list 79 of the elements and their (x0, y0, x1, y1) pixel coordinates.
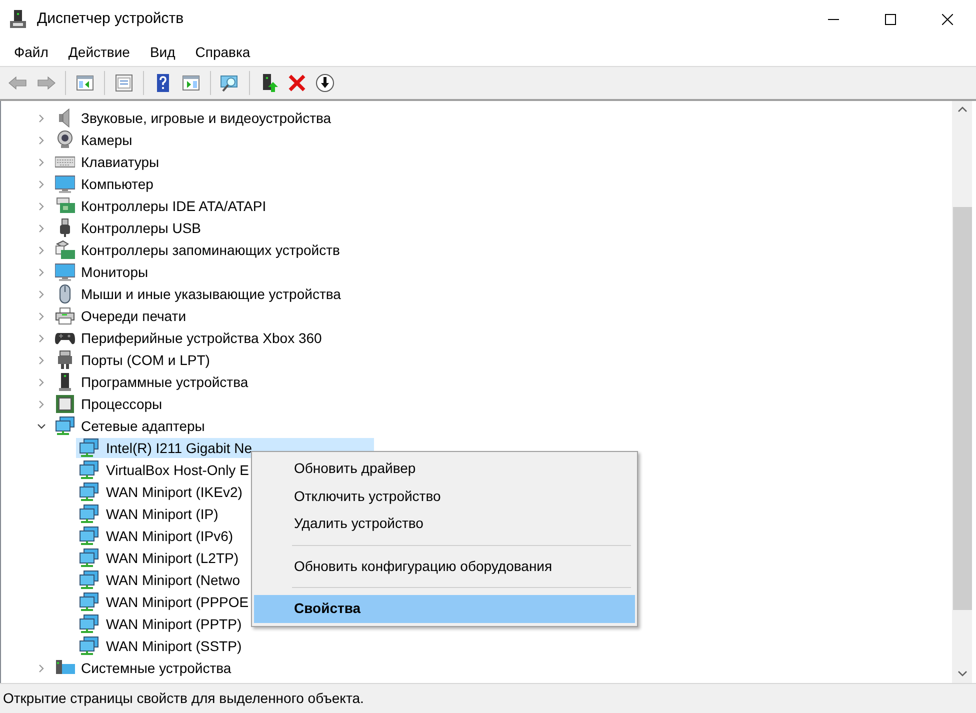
menu-option[interactable]: Свойства (254, 595, 635, 622)
tree-item[interactable]: WAN Miniport (IKEv2) (76, 482, 246, 502)
network-monitors-icon (79, 438, 99, 458)
tree-item[interactable]: Периферийные устройства Xbox 360 (81, 328, 322, 348)
network-monitors-icon (79, 592, 99, 612)
expand-chevron-icon[interactable] (37, 664, 46, 672)
tree-item[interactable]: Звуковые, игровые и видеоустройства (81, 108, 332, 128)
tree-item[interactable]: Порты (COM и LPT) (81, 350, 210, 370)
expand-chevron-icon[interactable] (37, 400, 46, 408)
tree-item[interactable]: VirtualBox Host-Only E (76, 460, 253, 480)
tree-item[interactable]: WAN Miniport (Netwo (76, 570, 244, 590)
expand-chevron-icon[interactable] (37, 378, 46, 386)
expand-chevron-icon[interactable] (37, 136, 46, 144)
tree-item[interactable]: Очереди печати (81, 306, 186, 326)
network-monitors-icon (79, 570, 99, 590)
close-icon (942, 14, 953, 24)
menu-option[interactable]: Обновить драйвер (254, 455, 635, 482)
expand-chevron-icon[interactable] (37, 158, 46, 166)
app-icon (10, 10, 26, 28)
monitor-icon (55, 262, 75, 282)
controller-card-icon (55, 196, 75, 216)
webcam-icon (55, 130, 75, 150)
maximize-icon (885, 14, 896, 24)
network-monitors-icon (79, 548, 99, 568)
expand-chevron-icon[interactable] (37, 356, 46, 364)
menu-item[interactable]: Файл (4, 40, 58, 64)
expand-chevron-icon[interactable] (37, 114, 46, 122)
collapse-chevron-icon[interactable] (37, 422, 46, 430)
tree-item[interactable]: Контроллеры запоминающих устройств (81, 240, 340, 260)
expand-chevron-icon[interactable] (37, 290, 46, 298)
expand-chevron-icon[interactable] (37, 246, 46, 254)
menu-item[interactable]: Действие (58, 40, 140, 64)
menu-option[interactable]: Отключить устройство (254, 482, 635, 510)
expand-chevron-icon[interactable] (37, 268, 46, 276)
printer-icon (55, 306, 75, 326)
tree-item[interactable]: Контроллеры USB (81, 218, 201, 238)
expand-chevron-icon[interactable] (37, 312, 46, 320)
tree-item[interactable]: WAN Miniport (SSTP) (76, 636, 246, 656)
network-monitors-icon (79, 504, 99, 524)
scroll-up-icon[interactable] (958, 106, 966, 112)
tree-item[interactable]: Программные устройства (81, 372, 248, 392)
tree-item[interactable]: Контроллеры IDE ATA/ATAPI (81, 196, 266, 216)
tree-item[interactable]: WAN Miniport (PPTP) (76, 614, 246, 634)
tree-item[interactable]: Мониторы (81, 262, 148, 282)
port-connector-icon (55, 350, 75, 370)
network-monitors-icon (79, 460, 99, 480)
tree-item[interactable]: WAN Miniport (IPv6) (76, 526, 238, 546)
network-monitors-icon (79, 526, 99, 546)
menu-option[interactable]: Обновить конфигурацию оборудования (254, 552, 635, 580)
network-monitors-icon (79, 636, 99, 656)
install-button[interactable] (313, 71, 337, 95)
storage-controller-icon (55, 240, 75, 260)
expand-chevron-icon[interactable] (37, 180, 46, 188)
tree-item[interactable]: Процессоры (81, 394, 162, 414)
menu-option[interactable]: Удалить устройство (254, 510, 635, 538)
scroll-down-icon[interactable] (958, 671, 966, 677)
network-monitors-icon (55, 416, 75, 436)
expand-chevron-icon[interactable] (37, 334, 46, 342)
tree-item[interactable]: WAN Miniport (IP) (76, 504, 222, 524)
expand-chevron-icon[interactable] (37, 202, 46, 210)
monitor-icon (55, 174, 75, 194)
scrollbar-thumb[interactable] (952, 207, 972, 610)
network-monitors-icon (79, 482, 99, 502)
scrollbar[interactable] (952, 101, 972, 683)
window-title: Диспетчер устройств (37, 8, 184, 29)
menu-item[interactable]: Справка (185, 40, 260, 64)
menu-item[interactable]: Вид (140, 40, 186, 64)
chip-icon (55, 394, 75, 414)
status-text: Открытие страницы свойств для выделенного объекта. (3, 689, 364, 708)
expand-chevron-icon[interactable] (37, 224, 46, 232)
tree-item[interactable]: WAN Miniport (PPPOE (76, 592, 253, 612)
tree-item[interactable]: Сетевые адаптеры (81, 416, 205, 436)
tree-item[interactable]: Системные устройства (81, 658, 232, 678)
network-monitors-icon (79, 614, 99, 634)
tree-item[interactable]: WAN Miniport (L2TP) (76, 548, 243, 568)
tree-item[interactable]: Камеры (81, 130, 132, 150)
tree-item[interactable]: Мыши и иные указывающие устройства (81, 284, 341, 304)
tree-item[interactable]: Компьютер (81, 174, 154, 194)
tree-item[interactable]: Клавиатуры (81, 152, 160, 172)
